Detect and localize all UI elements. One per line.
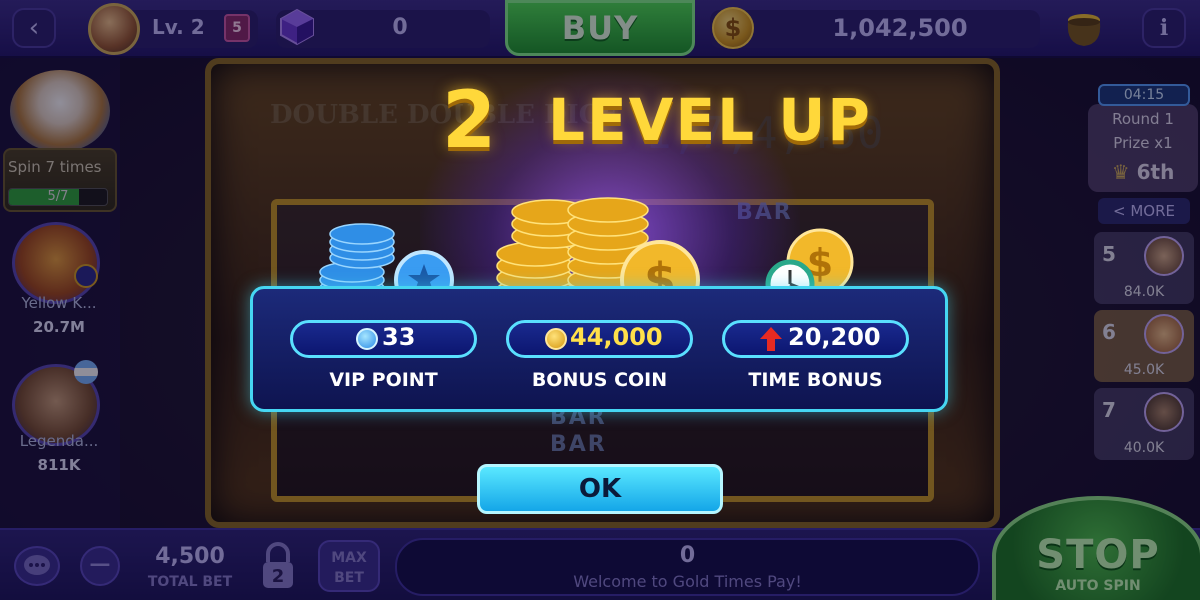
- new-level-number: 2: [442, 76, 497, 166]
- vip-chip-icon: [356, 328, 378, 350]
- bonus-coin-value: 44,000: [570, 323, 663, 351]
- gold-coin-icon: [545, 328, 567, 350]
- ok-button[interactable]: OK: [477, 464, 723, 514]
- time-bonus-value: 20,200: [788, 323, 881, 351]
- red-up-arrow-icon: [760, 327, 782, 351]
- vip-point-label: VIP POINT: [329, 369, 438, 391]
- level-up-title: LEVEL UP: [548, 86, 872, 154]
- vip-point-value: 33: [382, 323, 416, 351]
- time-bonus-label: TIME BONUS: [748, 369, 883, 391]
- bonus-coin-label: BONUS COIN: [531, 369, 668, 391]
